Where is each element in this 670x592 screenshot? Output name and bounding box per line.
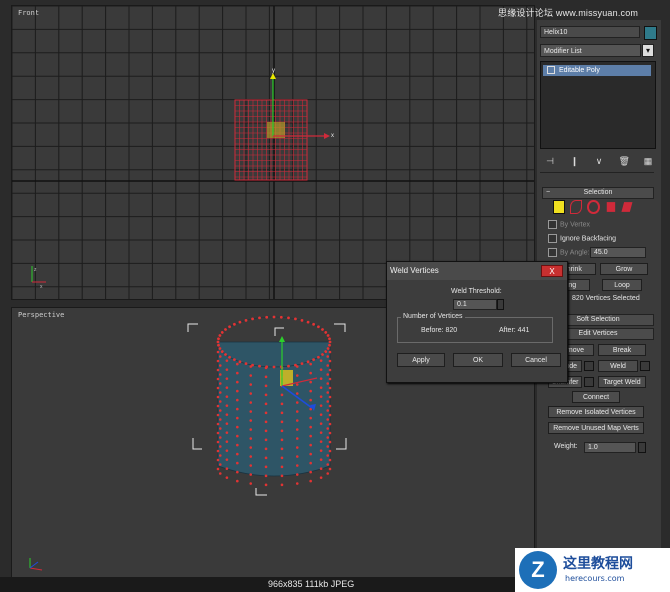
- close-icon[interactable]: X: [541, 265, 563, 277]
- svg-text:x: x: [331, 133, 334, 139]
- break-button[interactable]: Break: [598, 344, 646, 356]
- logo-url: herecours.com: [565, 574, 625, 583]
- border-icon[interactable]: [587, 200, 600, 214]
- svg-text:z: z: [34, 267, 37, 273]
- target-weld-button[interactable]: Target Weld: [598, 376, 646, 388]
- weld-button[interactable]: Weld: [598, 360, 638, 372]
- configure-sets-icon[interactable]: ▦: [643, 156, 653, 166]
- chamfer-settings-icon[interactable]: [584, 377, 594, 387]
- image-info-text: 966x835 111kb JPEG: [268, 579, 355, 589]
- dialog-title[interactable]: Weld Vertices: [387, 262, 567, 280]
- subobject-level-icons: [553, 200, 633, 214]
- weld-threshold-field[interactable]: 0.1: [453, 299, 497, 310]
- weld-vertices-dialog: Weld Vertices X Weld Threshold: 0.1 Numb…: [386, 261, 568, 383]
- before-count: Before: 820: [421, 327, 458, 334]
- threshold-spinner[interactable]: [497, 299, 504, 310]
- modifier-stack[interactable]: Editable Poly: [540, 61, 656, 149]
- weight-label: Weight:: [554, 443, 578, 450]
- number-of-vertices-label: Number of Vertices: [401, 313, 465, 320]
- watermark-text: 思缘设计论坛 www.missyuan.com: [498, 8, 639, 18]
- by-vertex-checkbox[interactable]: By Vertex: [548, 220, 590, 229]
- expand-icon[interactable]: [547, 66, 555, 75]
- by-angle-checkbox[interactable]: By Angle:: [548, 248, 590, 257]
- polygon-icon[interactable]: [606, 202, 615, 212]
- apply-button[interactable]: Apply: [397, 353, 445, 367]
- stack-toolbar: ⊣ ❙ ∨ 🗑 ▦: [545, 155, 653, 167]
- grow-button[interactable]: Grow: [600, 263, 648, 275]
- ok-button[interactable]: OK: [453, 353, 503, 367]
- element-icon[interactable]: [621, 202, 633, 212]
- cylinder-object: [216, 315, 332, 487]
- selection-rollout-title[interactable]: − Selection: [542, 187, 654, 199]
- make-unique-icon[interactable]: ∨: [594, 156, 604, 166]
- remove-unused-map-verts-button[interactable]: Remove Unused Map Verts: [548, 422, 644, 434]
- weight-field[interactable]: 1.0: [584, 442, 636, 453]
- front-viewport[interactable]: Front y x z x: [11, 5, 535, 300]
- connect-button[interactable]: Connect: [572, 391, 620, 403]
- svg-text:y: y: [272, 68, 275, 74]
- cancel-button[interactable]: Cancel: [511, 353, 561, 367]
- logo-badge: Z: [519, 551, 557, 589]
- object-color-swatch[interactable]: [644, 26, 657, 40]
- after-count: After: 441: [499, 327, 530, 334]
- modifier-list-dropdown[interactable]: Modifier List: [540, 44, 641, 57]
- vertex-icon[interactable]: [553, 200, 566, 214]
- by-angle-field[interactable]: 45.0: [590, 247, 646, 258]
- collapse-icon: −: [546, 189, 551, 196]
- selection-status: 820 Vertices Selected: [572, 295, 640, 302]
- object-name-field[interactable]: Helix10: [540, 26, 640, 38]
- weld-settings-icon[interactable]: [640, 361, 650, 371]
- stack-item-editable-poly[interactable]: Editable Poly: [543, 65, 651, 76]
- pin-stack-icon[interactable]: ⊣: [545, 156, 555, 166]
- weight-spinner[interactable]: [638, 442, 646, 453]
- show-end-result-icon[interactable]: ❙: [570, 156, 580, 166]
- logo-title: 这里教程网: [563, 555, 633, 571]
- panel-divider: [540, 172, 654, 173]
- extrude-settings-icon[interactable]: [584, 361, 594, 371]
- remove-isolated-vertices-button[interactable]: Remove Isolated Vertices: [548, 406, 644, 418]
- remove-modifier-icon[interactable]: 🗑: [619, 156, 630, 166]
- front-grid: y x z x: [12, 6, 534, 299]
- stack-item-label: Editable Poly: [559, 67, 600, 74]
- site-logo: Z 这里教程网 herecours.com: [515, 548, 670, 592]
- loop-button[interactable]: Loop: [602, 279, 642, 291]
- weld-threshold-label: Weld Threshold:: [451, 288, 502, 295]
- ignore-backfacing-checkbox[interactable]: Ignore Backfacing: [548, 234, 616, 243]
- edge-icon[interactable]: [570, 200, 583, 214]
- chevron-down-icon[interactable]: ▾: [642, 44, 654, 57]
